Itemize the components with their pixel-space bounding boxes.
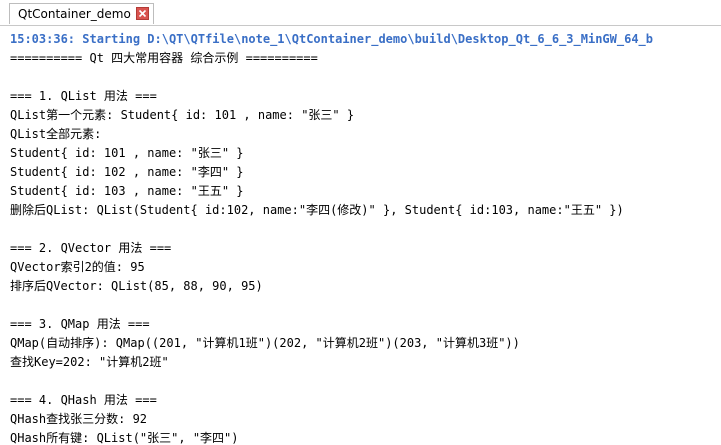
tab-qtcontainer-demo[interactable]: QtContainer_demo (9, 3, 154, 24)
output-pane[interactable]: 15:03:36: Starting D:\QT\QTfile\note_1\Q… (0, 25, 721, 445)
output-line: QVector索引2的值: 95 (10, 260, 145, 274)
output-line: QList全部元素: (10, 127, 102, 141)
output-line: 查找Key=202: "计算机2班" (10, 355, 169, 369)
output-line: Student{ id: 102 , name: "李四" } (10, 165, 244, 179)
output-line: QHash查找张三分数: 92 (10, 412, 148, 426)
output-line: === 4. QHash 用法 === (10, 393, 157, 407)
output-line: Student{ id: 103 , name: "王五" } (10, 184, 244, 198)
output-line: QList第一个元素: Student{ id: 101 , name: "张三… (10, 108, 355, 122)
output-line: 删除后QList: QList(Student{ id:102, name:"李… (10, 203, 624, 217)
output-line: 排序后QVector: QList(85, 88, 90, 95) (10, 279, 263, 293)
output-line: === 2. QVector 用法 === (10, 241, 172, 255)
output-line: === 1. QList 用法 === (10, 89, 157, 103)
output-line: === 3. QMap 用法 === (10, 317, 150, 331)
output-line: QMap(自动排序): QMap((201, "计算机1班")(202, "计算… (10, 336, 520, 350)
close-icon[interactable] (135, 7, 149, 20)
output-line: ========== Qt 四大常用容器 综合示例 ========== (10, 51, 318, 65)
output-text: 15:03:36: Starting D:\QT\QTfile\note_1\Q… (10, 30, 721, 445)
output-line: Student{ id: 101 , name: "张三" } (10, 146, 244, 160)
tab-title: QtContainer_demo (18, 7, 131, 21)
application-output-window: QtContainer_demo 15:03:36: Starting D:\Q… (0, 0, 721, 445)
output-line: QHash所有键: QList("张三", "李四") (10, 431, 239, 445)
output-tab-bar: QtContainer_demo (0, 0, 721, 26)
output-line: 15:03:36: Starting D:\QT\QTfile\note_1\Q… (10, 32, 653, 46)
